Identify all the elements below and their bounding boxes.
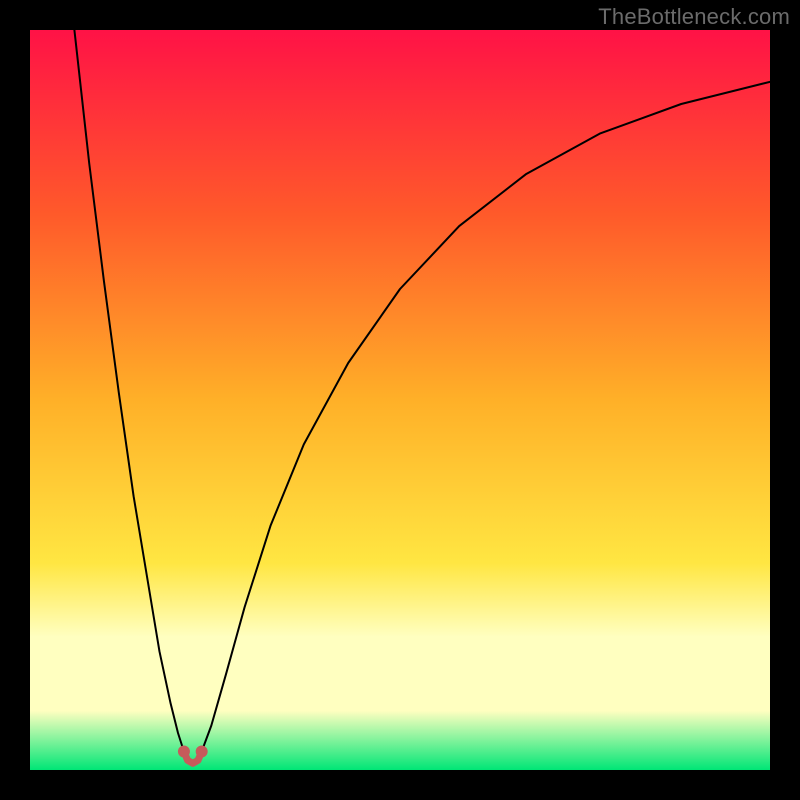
optimum-marker-0 [178, 746, 190, 758]
gradient-background [30, 30, 770, 770]
watermark-text: TheBottleneck.com [598, 4, 790, 30]
chart-frame: TheBottleneck.com [0, 0, 800, 800]
bottleneck-curve-chart [30, 30, 770, 770]
plot-area [30, 30, 770, 770]
optimum-marker-1 [196, 746, 208, 758]
